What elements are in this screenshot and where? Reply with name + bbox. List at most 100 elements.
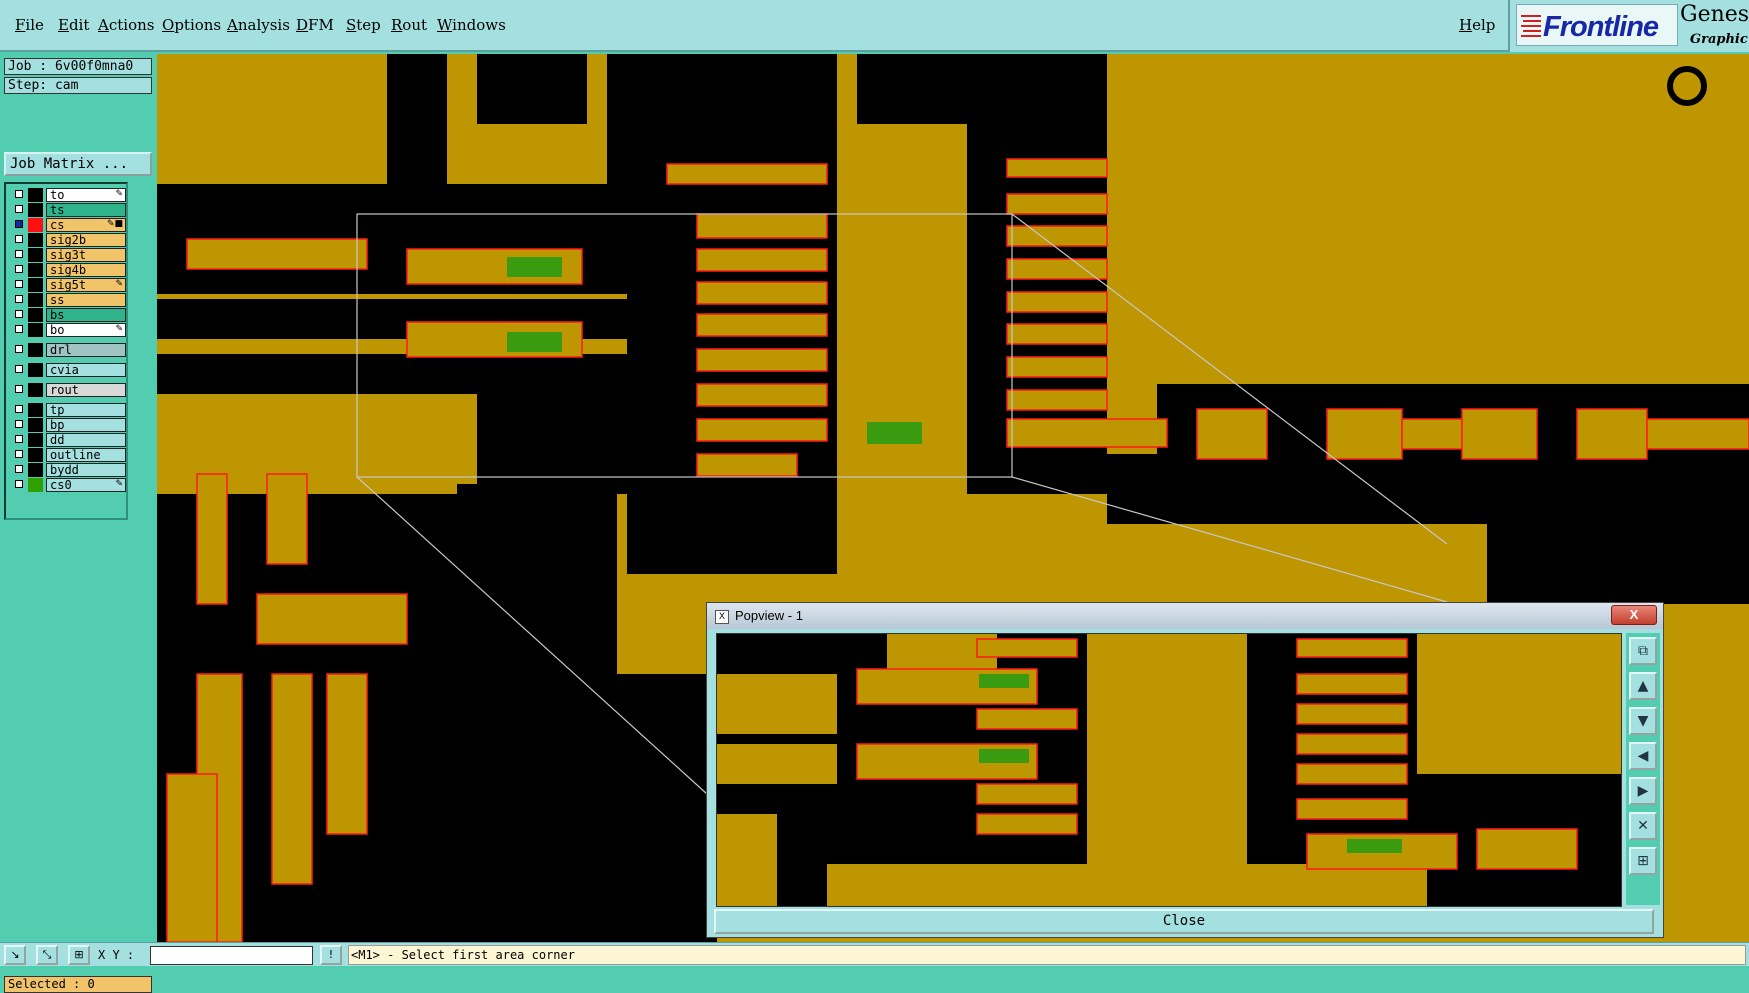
layer-name[interactable]: cs0 xyxy=(46,478,126,492)
layer-checkbox[interactable] xyxy=(15,465,23,473)
layer-row-rout[interactable]: rout xyxy=(11,383,126,397)
layer-row-sig3t[interactable]: sig3t xyxy=(11,248,126,262)
layer-row-outline[interactable]: outline xyxy=(11,448,126,462)
layer-name[interactable]: cvia xyxy=(46,363,126,377)
layer-row-sig4b[interactable]: sig4b xyxy=(11,263,126,277)
layer-name[interactable]: tp xyxy=(46,403,126,417)
close-icon[interactable]: X xyxy=(1611,605,1657,625)
layer-checkbox[interactable] xyxy=(15,435,23,443)
measure-tool-icon[interactable]: ⤡ xyxy=(36,945,58,965)
layer-color-swatch[interactable] xyxy=(28,403,43,417)
layer-name[interactable]: bp xyxy=(46,418,126,432)
pan-down-icon[interactable]: ▼ xyxy=(1629,707,1657,735)
popview-close-button[interactable]: Close xyxy=(714,909,1654,934)
layer-row-cs[interactable]: cs ✎■ xyxy=(11,218,126,232)
layer-color-swatch[interactable] xyxy=(28,203,43,217)
layer-row-bp[interactable]: bp xyxy=(11,418,126,432)
layer-row-sig5t[interactable]: sig5t ✎ xyxy=(11,278,126,292)
layer-name[interactable]: outline xyxy=(46,448,126,462)
popview-window[interactable]: X Popview - 1 X ⧉ ▲ ▼ ◀ ▶ ✕ ⊞ Close xyxy=(706,602,1664,938)
pan-left-icon[interactable]: ◀ xyxy=(1629,742,1657,770)
layer-row-to[interactable]: to ✎ xyxy=(11,188,126,202)
layer-checkbox[interactable] xyxy=(15,365,23,373)
layer-checkbox[interactable] xyxy=(15,265,23,273)
job-matrix-button[interactable]: Job Matrix ... xyxy=(4,152,152,176)
layer-name[interactable]: ts xyxy=(46,203,126,217)
select-tool-icon[interactable]: ↘ xyxy=(4,945,26,965)
layer-checkbox[interactable] xyxy=(15,450,23,458)
zoom-window-icon[interactable]: ⧉ xyxy=(1629,637,1657,665)
layer-row-sig2b[interactable]: sig2b xyxy=(11,233,126,247)
layer-name[interactable]: drl xyxy=(46,343,126,357)
layer-checkbox[interactable] xyxy=(15,280,23,288)
layer-name[interactable]: sig3t xyxy=(46,248,126,262)
menu-rout[interactable]: Rout xyxy=(391,16,427,34)
menu-edit[interactable]: Edit xyxy=(58,16,89,34)
layer-checkbox[interactable] xyxy=(15,385,23,393)
menu-options[interactable]: Options xyxy=(162,16,221,34)
layer-color-swatch[interactable] xyxy=(28,343,43,357)
layer-row-bydd[interactable]: bydd xyxy=(11,463,126,477)
menu-dfm[interactable]: DFM xyxy=(296,16,334,34)
menu-windows[interactable]: Windows xyxy=(437,16,506,34)
layer-color-swatch[interactable] xyxy=(28,323,43,337)
popview-canvas[interactable] xyxy=(716,633,1622,907)
layer-row-cs0[interactable]: cs0 ✎ xyxy=(11,478,126,492)
layer-color-swatch[interactable] xyxy=(28,218,43,232)
layer-checkbox[interactable] xyxy=(15,480,23,488)
zoom-home-icon[interactable]: ⊞ xyxy=(1629,847,1657,875)
layer-checkbox[interactable] xyxy=(15,295,23,303)
layer-checkbox[interactable] xyxy=(15,345,23,353)
layer-checkbox[interactable] xyxy=(15,205,23,213)
layer-name[interactable]: to xyxy=(46,188,126,202)
layer-row-bs[interactable]: bs xyxy=(11,308,126,322)
layer-color-swatch[interactable] xyxy=(28,293,43,307)
pan-up-icon[interactable]: ▲ xyxy=(1629,672,1657,700)
layer-row-ts[interactable]: ts xyxy=(11,203,126,217)
menu-help[interactable]: Help xyxy=(1459,16,1495,34)
layer-color-swatch[interactable] xyxy=(28,363,43,377)
layer-row-dd[interactable]: dd xyxy=(11,433,126,447)
layer-name[interactable]: bydd xyxy=(46,463,126,477)
layer-checkbox[interactable] xyxy=(15,250,23,258)
layer-color-swatch[interactable] xyxy=(28,383,43,397)
layer-checkbox[interactable] xyxy=(15,190,23,198)
menu-analysis[interactable]: Analysis xyxy=(227,16,290,34)
layer-checkbox[interactable] xyxy=(15,405,23,413)
layer-color-swatch[interactable] xyxy=(28,448,43,462)
layer-row-drl[interactable]: drl xyxy=(11,343,126,357)
layer-checkbox[interactable] xyxy=(15,310,23,318)
layer-color-swatch[interactable] xyxy=(28,418,43,432)
popview-titlebar[interactable]: X Popview - 1 X xyxy=(707,603,1663,629)
zoom-fit-icon[interactable]: ✕ xyxy=(1629,812,1657,840)
xy-input[interactable] xyxy=(150,946,313,965)
pan-right-icon[interactable]: ▶ xyxy=(1629,777,1657,805)
layer-color-swatch[interactable] xyxy=(28,188,43,202)
menu-actions[interactable]: Actions xyxy=(98,16,154,34)
alert-icon[interactable]: ! xyxy=(320,945,342,965)
layer-color-swatch[interactable] xyxy=(28,233,43,247)
layer-name[interactable]: dd xyxy=(46,433,126,447)
layer-row-cvia[interactable]: cvia xyxy=(11,363,126,377)
layer-name[interactable]: sig2b xyxy=(46,233,126,247)
layer-color-swatch[interactable] xyxy=(28,308,43,322)
menu-step[interactable]: Step xyxy=(346,16,381,34)
layer-color-swatch[interactable] xyxy=(28,278,43,292)
layer-name[interactable]: rout xyxy=(46,383,126,397)
layer-color-swatch[interactable] xyxy=(28,263,43,277)
layer-color-swatch[interactable] xyxy=(28,478,43,492)
layer-row-tp[interactable]: tp xyxy=(11,403,126,417)
layer-row-ss[interactable]: ss xyxy=(11,293,126,307)
layer-checkbox[interactable] xyxy=(15,235,23,243)
layer-color-swatch[interactable] xyxy=(28,433,43,447)
layer-name[interactable]: ss xyxy=(46,293,126,307)
layer-name[interactable]: sig4b xyxy=(46,263,126,277)
layer-name[interactable]: bs xyxy=(46,308,126,322)
layer-color-swatch[interactable] xyxy=(28,248,43,262)
menu-file[interactable]: File xyxy=(15,16,44,34)
layer-color-swatch[interactable] xyxy=(28,463,43,477)
layer-name[interactable]: sig5t xyxy=(46,278,126,292)
grid-tool-icon[interactable]: ⊞ xyxy=(68,945,90,965)
layer-checkbox[interactable] xyxy=(15,420,23,428)
layer-checkbox[interactable] xyxy=(15,220,23,228)
